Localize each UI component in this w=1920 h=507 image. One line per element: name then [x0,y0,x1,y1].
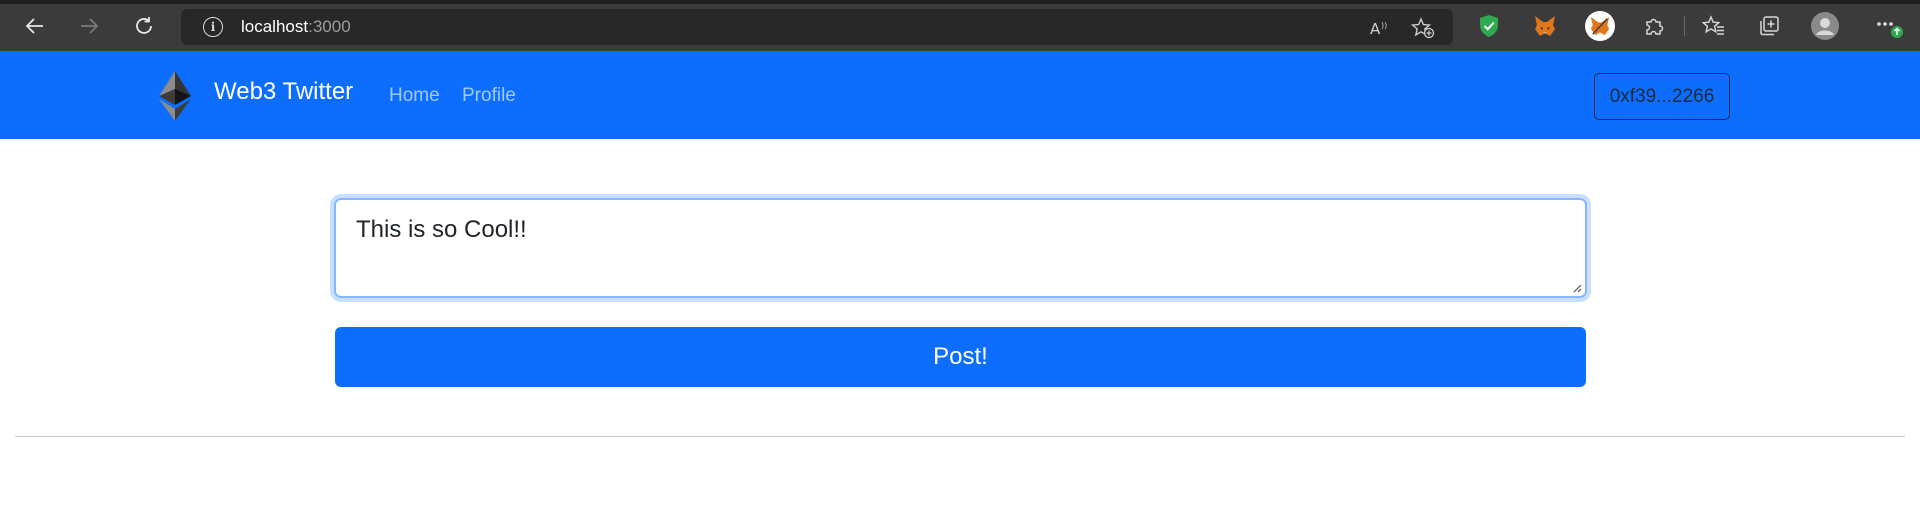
browser-toolbar: i localhost:3000 A)) [0,0,1920,51]
resize-grip-icon[interactable] [1572,283,1582,293]
shield-extension-icon[interactable] [1476,13,1502,39]
nav-link-home[interactable]: Home [389,85,440,107]
read-aloud-icon[interactable]: A)) [1368,16,1392,40]
metamask-profile-icon[interactable] [1585,11,1615,41]
ethereum-logo-icon[interactable] [157,71,193,121]
metamask-fox-icon[interactable] [1532,13,1558,39]
tweet-textarea[interactable]: This is so Cool!! [334,198,1587,298]
tab-strip-edge [0,0,1920,4]
app-navbar: Web3 Twitter Home Profile 0xf39...2266 [0,51,1920,139]
wallet-address-button[interactable]: 0xf39...2266 [1594,73,1730,120]
forward-arrow-icon[interactable] [74,11,104,41]
info-icon[interactable]: i [203,17,223,37]
address-bar[interactable]: i localhost:3000 A)) [181,9,1453,45]
refresh-icon[interactable] [129,11,159,41]
back-arrow-icon[interactable] [20,11,50,41]
puzzle-extensions-icon[interactable] [1641,13,1667,39]
svg-text:A: A [1370,20,1381,38]
more-menu-icon[interactable] [1872,13,1908,39]
collections-icon[interactable] [1756,13,1782,39]
toolbar-divider [1684,16,1685,36]
favorites-icon[interactable] [1701,13,1727,39]
post-button[interactable]: Post! [335,327,1586,387]
nav-link-profile[interactable]: Profile [462,85,516,107]
tweet-text-value: This is so Cool!! [356,216,527,243]
profile-avatar-icon[interactable] [1810,11,1840,41]
address-url[interactable]: localhost:3000 [241,17,351,37]
content-divider [15,436,1905,437]
add-favorite-icon[interactable] [1411,16,1435,40]
svg-text:)): )) [1381,21,1387,30]
brand-name[interactable]: Web3 Twitter [214,78,353,106]
